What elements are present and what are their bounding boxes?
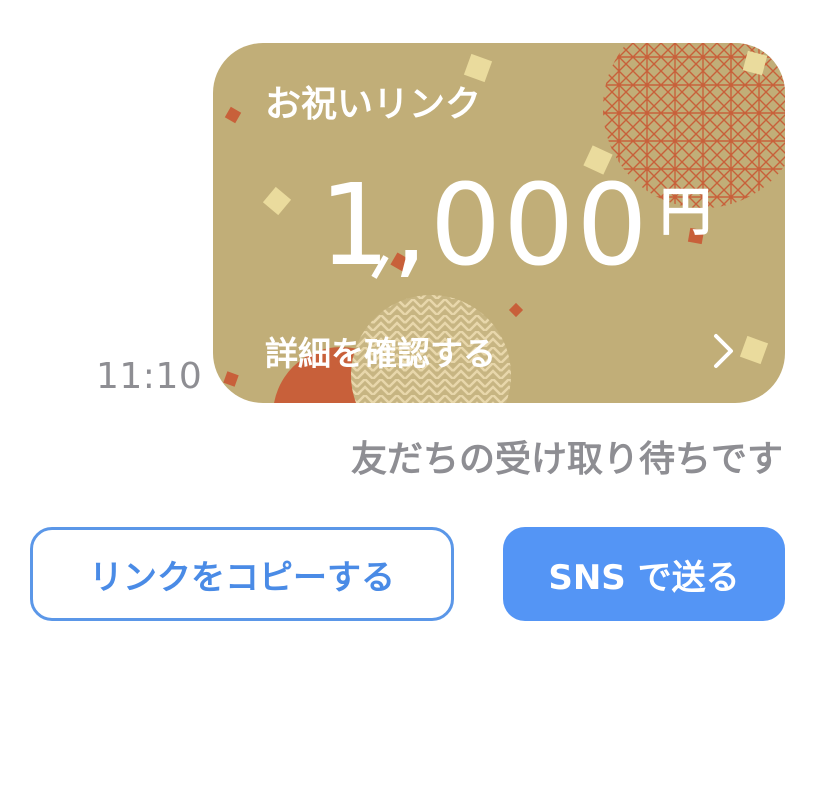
copy-link-button[interactable]: リンクをコピーする <box>30 527 454 621</box>
currency-unit: 円 <box>659 183 712 243</box>
gift-link-card[interactable]: お祝いリンク 1,000 円 詳細を確認する <box>213 43 785 403</box>
amount-value: 1,000 <box>319 161 650 291</box>
send-sns-button[interactable]: SNS で送る <box>503 527 785 621</box>
receive-status: 友だちの受け取り待ちです <box>350 439 783 480</box>
gift-amount: 1,000 円 <box>319 161 712 291</box>
view-details-link[interactable]: 詳細を確認する <box>265 327 496 375</box>
card-title: お祝いリンク <box>265 84 482 125</box>
chevron-right-icon <box>714 334 733 368</box>
message-timestamp: 11:10 <box>96 356 203 397</box>
